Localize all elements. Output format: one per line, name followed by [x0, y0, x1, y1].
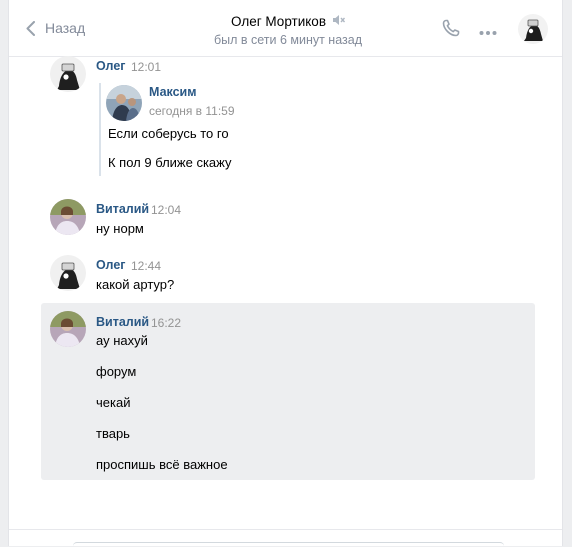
message-text: проспишь всё важное — [96, 457, 228, 472]
avatar-vitaliy[interactable] — [50, 311, 86, 347]
message-time[interactable]: 12:04 — [151, 203, 181, 217]
avatar-vitaliy[interactable] — [50, 199, 86, 235]
call-button[interactable] — [441, 18, 461, 41]
muted-speaker-icon — [332, 14, 346, 29]
forward-text: К пол 9 ближе скажу — [108, 155, 232, 170]
back-label: Назад — [45, 20, 86, 36]
message-text: ну норм — [96, 221, 144, 236]
chat-header: Назад Олег Мортиков был в сети 6 минут н… — [9, 0, 562, 57]
message-time[interactable]: 16:22 — [151, 316, 181, 330]
avatar-oleg[interactable] — [50, 56, 86, 92]
forward-text: Если соберусь то го — [108, 126, 229, 141]
message-text: форум — [96, 364, 137, 379]
author-name[interactable]: Виталий — [96, 202, 149, 216]
phone-icon — [442, 19, 460, 37]
forward-bar — [99, 83, 101, 176]
forward-author-name[interactable]: Максим — [149, 85, 197, 99]
avatar-maksim[interactable] — [106, 85, 142, 121]
message-text: тварь — [96, 426, 130, 441]
header-avatar[interactable] — [518, 14, 548, 44]
author-name[interactable]: Виталий — [96, 315, 149, 329]
more-button[interactable] — [479, 24, 497, 39]
message-time[interactable]: 12:01 — [131, 60, 161, 74]
avatar-oleg[interactable] — [50, 255, 86, 291]
chat-panel: Назад Олег Мортиков был в сети 6 минут н… — [8, 0, 563, 546]
back-button[interactable]: Назад — [26, 20, 85, 36]
message-text: какой артур? — [96, 277, 175, 292]
more-icon — [479, 31, 497, 35]
composer-divider — [9, 529, 562, 530]
selected-message-block — [41, 303, 535, 480]
message-time[interactable]: 12:44 — [131, 259, 161, 273]
chat-title-block[interactable]: Олег Мортиков был в сети 6 минут назад — [159, 14, 417, 47]
chat-title: Олег Мортиков — [231, 14, 326, 29]
author-name[interactable]: Олег — [96, 59, 126, 73]
forward-time[interactable]: сегодня в 11:59 — [149, 104, 235, 118]
message-text: чекай — [96, 395, 131, 410]
message-text: ау нахуй — [96, 333, 148, 348]
message-input[interactable] — [73, 542, 504, 547]
author-name[interactable]: Олег — [96, 258, 126, 272]
last-seen-status: был в сети 6 минут назад — [213, 33, 363, 47]
chevron-left-icon — [26, 20, 35, 36]
